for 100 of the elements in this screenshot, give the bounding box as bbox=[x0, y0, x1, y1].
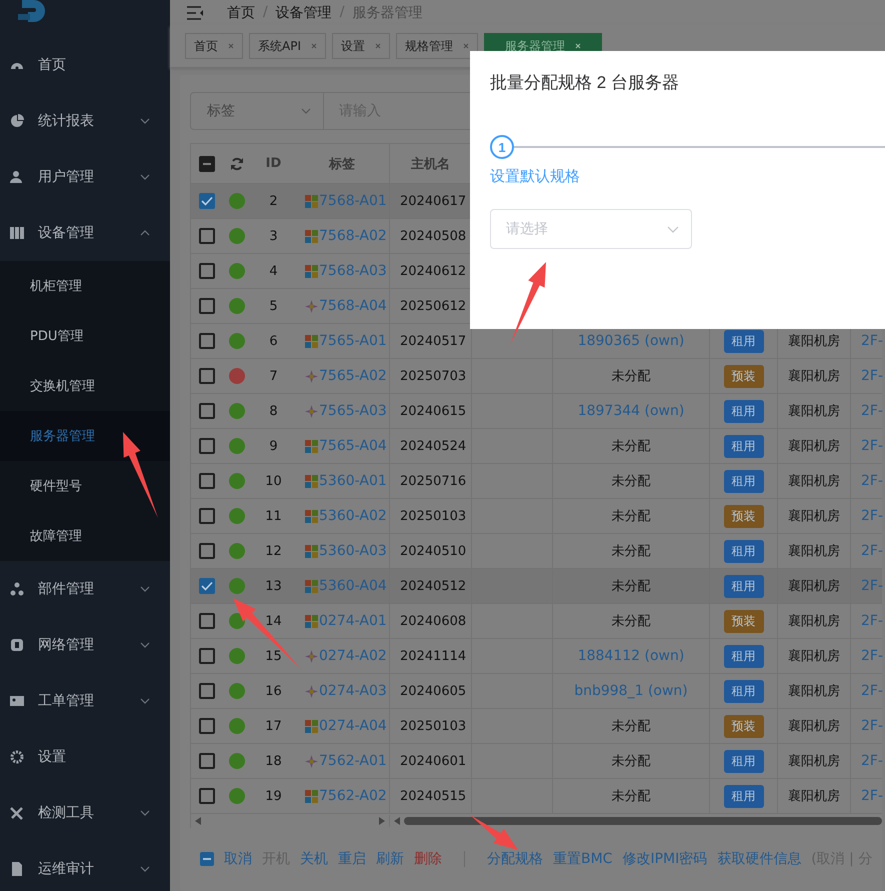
table-cell-text[interactable]: 2F- bbox=[861, 333, 884, 349]
server-tag-link[interactable]: 7565-A01 bbox=[319, 333, 387, 349]
close-icon[interactable] bbox=[228, 43, 234, 49]
bulk-action-link[interactable]: 删除 bbox=[414, 850, 442, 868]
bulk-action-link[interactable]: 分配规格 bbox=[487, 850, 543, 868]
breadcrumb-link[interactable]: 首页 bbox=[227, 4, 255, 22]
table-cell-text[interactable]: 2F- bbox=[861, 438, 884, 454]
row-checkbox[interactable] bbox=[198, 263, 214, 279]
server-tag-link[interactable]: 7568-A01 bbox=[319, 193, 387, 209]
sidebar-item[interactable]: 统计报表 bbox=[0, 93, 170, 149]
sidebar-item[interactable]: 设置 bbox=[0, 729, 170, 785]
select-all-checkbox[interactable] bbox=[198, 156, 214, 172]
sidebar-subitem[interactable]: 交换机管理 bbox=[0, 361, 170, 411]
server-tag-link[interactable]: 0274-A03 bbox=[319, 683, 387, 699]
sidebar-item[interactable]: 部件管理 bbox=[0, 561, 170, 617]
owner-link[interactable]: 1890365 (own) bbox=[578, 333, 684, 349]
row-checkbox[interactable] bbox=[198, 753, 214, 769]
sidebar-item[interactable]: 工单管理 bbox=[0, 673, 170, 729]
scrollbar-thumb[interactable] bbox=[404, 817, 882, 825]
row-checkbox[interactable] bbox=[198, 788, 214, 804]
bulk-select-checkbox[interactable] bbox=[200, 852, 214, 866]
table-cell-text[interactable]: 2F- bbox=[861, 718, 884, 734]
table-cell-text[interactable]: 2F- bbox=[861, 508, 884, 524]
server-tag-link[interactable]: 7568-A04 bbox=[319, 298, 387, 314]
breadcrumb-link[interactable]: 设备管理 bbox=[276, 4, 332, 22]
row-checkbox[interactable] bbox=[198, 543, 214, 559]
row-checkbox[interactable] bbox=[198, 648, 214, 664]
page-tab[interactable]: 系统API bbox=[249, 33, 326, 59]
row-checkbox[interactable] bbox=[198, 473, 214, 489]
sidebar-item[interactable]: 运维审计 bbox=[0, 841, 170, 891]
row-checkbox[interactable] bbox=[198, 298, 214, 314]
bulk-action-link[interactable]: 获取硬件信息 bbox=[717, 850, 802, 868]
bulk-action-link[interactable]: 重启 bbox=[338, 850, 366, 868]
row-checkbox[interactable] bbox=[198, 613, 214, 629]
bulk-action-link[interactable]: 修改IPMI密码 bbox=[622, 850, 708, 868]
row-checkbox[interactable] bbox=[198, 193, 214, 209]
table-cell-text[interactable]: 2F- bbox=[861, 368, 884, 384]
sidebar-subitem[interactable]: 硬件型号 bbox=[0, 461, 170, 511]
row-checkbox[interactable] bbox=[198, 508, 214, 524]
page-tab[interactable]: 规格管理 bbox=[396, 33, 478, 59]
search-field-select[interactable]: 标签 bbox=[190, 92, 324, 130]
server-tag-link[interactable]: 0274-A04 bbox=[319, 718, 387, 734]
table-cell-text[interactable]: 2F- bbox=[861, 788, 884, 804]
scroll-left-icon[interactable] bbox=[195, 817, 201, 825]
sidebar-item[interactable]: 检测工具 bbox=[0, 785, 170, 841]
table-cell-text[interactable]: 2F- bbox=[861, 683, 884, 699]
table-cell-text[interactable]: 2F- bbox=[861, 578, 884, 594]
server-tag-link[interactable]: 7562-A01 bbox=[319, 753, 387, 769]
server-tag-link[interactable]: 7565-A02 bbox=[319, 368, 387, 384]
sidebar-item[interactable]: 首页 bbox=[0, 37, 170, 93]
row-checkbox[interactable] bbox=[198, 403, 214, 419]
table-cell-text[interactable]: 2F- bbox=[861, 403, 884, 419]
row-checkbox[interactable] bbox=[198, 578, 214, 594]
table-cell-text[interactable]: 2F- bbox=[861, 613, 884, 629]
owner-link[interactable]: bnb998_1 (own) bbox=[574, 683, 688, 699]
owner-link[interactable]: 1897344 (own) bbox=[578, 403, 684, 419]
refresh-icon[interactable] bbox=[230, 156, 244, 170]
server-tag-link[interactable]: 5360-A01 bbox=[319, 473, 387, 489]
bulk-action-link[interactable]: 取消 bbox=[224, 850, 252, 868]
table-cell-text[interactable]: 2F- bbox=[861, 753, 884, 769]
row-checkbox[interactable] bbox=[198, 718, 214, 734]
bulk-action-link[interactable]: 关机 bbox=[300, 850, 328, 868]
server-tag-link[interactable]: 7562-A02 bbox=[319, 788, 387, 804]
page-tab[interactable]: 首页 bbox=[185, 33, 243, 59]
close-icon[interactable] bbox=[374, 43, 381, 49]
close-icon[interactable] bbox=[462, 43, 469, 49]
menu-icon[interactable] bbox=[187, 6, 203, 20]
scroll-left-icon[interactable] bbox=[394, 817, 400, 825]
table-cell-text[interactable]: 2F- bbox=[861, 543, 884, 559]
server-tag-link[interactable]: 5360-A04 bbox=[319, 578, 387, 594]
sidebar-subitem[interactable]: 服务器管理 bbox=[0, 411, 170, 461]
server-tag-link[interactable]: 7568-A03 bbox=[319, 263, 387, 279]
table-cell-text[interactable]: 2F- bbox=[861, 648, 884, 664]
close-icon[interactable] bbox=[310, 43, 317, 49]
row-checkbox[interactable] bbox=[198, 333, 214, 349]
bulk-action-link[interactable]: 重置BMC bbox=[553, 850, 612, 868]
server-tag-link[interactable]: 0274-A02 bbox=[319, 648, 387, 664]
spec-select[interactable]: 请选择 bbox=[490, 209, 692, 249]
row-checkbox[interactable] bbox=[198, 228, 214, 244]
server-tag-link[interactable]: 7565-A04 bbox=[319, 438, 387, 454]
owner-link[interactable]: 1884112 (own) bbox=[578, 648, 684, 664]
row-checkbox[interactable] bbox=[198, 438, 214, 454]
server-tag-link[interactable]: 5360-A03 bbox=[319, 543, 387, 559]
page-tab[interactable]: 设置 bbox=[332, 33, 390, 59]
sidebar-item[interactable]: 用户管理 bbox=[0, 149, 170, 205]
server-tag-link[interactable]: 7565-A03 bbox=[319, 403, 387, 419]
sidebar-item[interactable]: 设备管理 bbox=[0, 205, 170, 261]
server-tag-link[interactable]: 5360-A02 bbox=[319, 508, 387, 524]
scroll-right-icon[interactable] bbox=[379, 817, 385, 825]
sidebar-item[interactable]: 网络管理 bbox=[0, 617, 170, 673]
server-tag-link[interactable]: 0274-A01 bbox=[319, 613, 387, 629]
row-checkbox[interactable] bbox=[198, 368, 214, 384]
bulk-action-link[interactable]: 刷新 bbox=[376, 850, 404, 868]
sidebar-subitem[interactable]: 故障管理 bbox=[0, 511, 170, 561]
row-checkbox[interactable] bbox=[198, 683, 214, 699]
table-cell-text[interactable]: 2F- bbox=[861, 473, 884, 489]
sidebar-subitem[interactable]: PDU管理 bbox=[0, 311, 170, 361]
sidebar-subitem[interactable]: 机柜管理 bbox=[0, 261, 170, 311]
close-icon[interactable] bbox=[574, 43, 581, 49]
server-tag-link[interactable]: 7568-A02 bbox=[319, 228, 387, 244]
